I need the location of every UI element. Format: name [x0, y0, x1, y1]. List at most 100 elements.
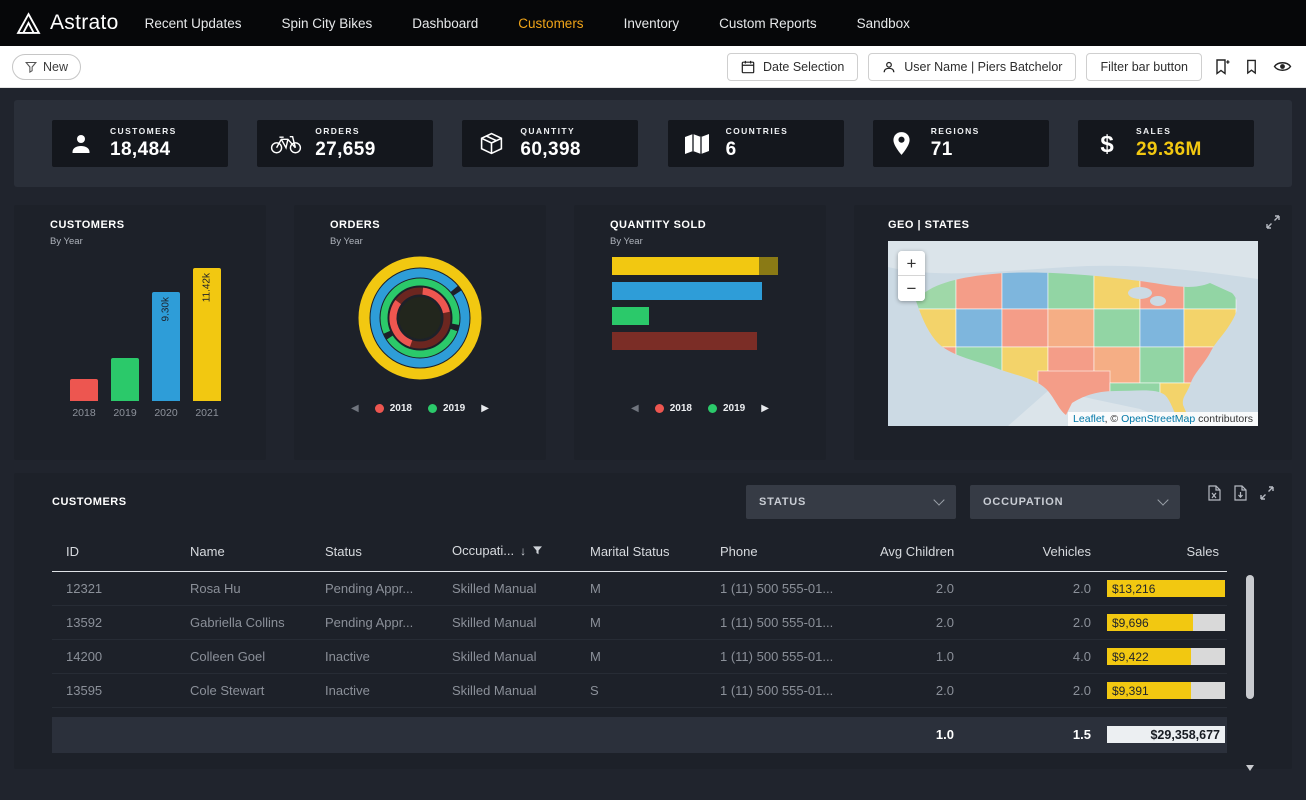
kpi-customers[interactable]: CUSTOMERS18,484	[52, 120, 228, 167]
nav-item-recent-updates[interactable]: Recent Updates	[145, 16, 242, 31]
status-filter-select[interactable]: STATUS	[746, 485, 956, 519]
legend-prev-button[interactable]: ◀	[351, 403, 359, 414]
legend-dot-red	[655, 404, 664, 413]
card-title: QUANTITY SOLD	[610, 219, 826, 231]
leaflet-link[interactable]: Leaflet	[1073, 413, 1105, 425]
table-panel-header: CUSTOMERS STATUS OCCUPATION	[52, 485, 1254, 519]
card-title: GEO | STATES	[888, 219, 1292, 231]
scrollbar-thumb[interactable]	[1246, 575, 1254, 699]
bookmark-icon[interactable]	[1242, 56, 1261, 77]
occupation-filter-select[interactable]: OCCUPATION	[970, 485, 1180, 519]
bar-value-label: 11.42k	[202, 273, 213, 302]
eye-icon[interactable]	[1271, 58, 1294, 75]
table-row[interactable]: 12321Rosa HuPending Appr...Skilled Manua…	[52, 572, 1227, 606]
osm-link[interactable]: OpenStreetMap	[1121, 413, 1195, 425]
nav-item-custom-reports[interactable]: Custom Reports	[719, 16, 817, 31]
cell-status: Inactive	[317, 640, 444, 674]
kpi-quantity[interactable]: QUANTITY60,398	[462, 120, 638, 167]
hbar-2018[interactable]	[612, 332, 826, 350]
legend-item-2019[interactable]: 2019	[428, 403, 465, 414]
legend-next-button[interactable]: ▶	[761, 403, 769, 414]
user-button[interactable]: User Name | Piers Batchelor	[868, 53, 1076, 81]
nav-item-customers[interactable]: Customers	[518, 16, 583, 31]
cell-sales: $9,696	[1099, 606, 1227, 640]
nav-item-spin-city-bikes[interactable]: Spin City Bikes	[281, 16, 372, 31]
cell-vehicles: 2.0	[962, 606, 1099, 640]
zoom-out-button[interactable]: −	[898, 276, 925, 301]
cell-id: 14200	[52, 640, 182, 674]
filter-icon[interactable]	[532, 544, 543, 559]
filter-bar-button[interactable]: Filter bar button	[1086, 53, 1202, 81]
sales-bar: $9,391	[1107, 682, 1225, 699]
col-phone[interactable]: Phone	[712, 533, 872, 572]
legend-item-2018[interactable]: 2018	[375, 403, 412, 414]
legend-next-button[interactable]: ▶	[481, 403, 489, 414]
hbar-2020[interactable]	[612, 282, 826, 300]
totals-avg-children: 1.0	[872, 717, 962, 753]
col-sales[interactable]: Sales	[1099, 533, 1227, 572]
customers-table: ID Name Status Occupati... ↓ Marital Stat…	[52, 533, 1227, 753]
legend-label: 2019	[443, 403, 465, 414]
cell-sales: $9,391	[1099, 674, 1227, 708]
kpi-countries[interactable]: COUNTRIES6	[668, 120, 844, 167]
funnel-icon	[25, 61, 37, 73]
legend-prev-button[interactable]: ◀	[631, 403, 639, 414]
nav-item-dashboard[interactable]: Dashboard	[412, 16, 478, 31]
x-axis-label: 2018	[70, 407, 98, 419]
col-vehicles[interactable]: Vehicles	[962, 533, 1099, 572]
col-id[interactable]: ID	[52, 533, 182, 572]
brand[interactable]: Astrato	[16, 11, 119, 36]
person-icon	[65, 132, 97, 156]
col-status[interactable]: Status	[317, 533, 444, 572]
toolbar-right: Date Selection User Name | Piers Batchel…	[727, 53, 1294, 81]
bar-2019[interactable]	[111, 358, 139, 401]
cell-avg-children: 1.0	[872, 640, 962, 674]
expand-icon[interactable]	[1258, 484, 1276, 502]
bar-2021[interactable]: 11.42k	[193, 268, 221, 401]
legend-dot-green	[708, 404, 717, 413]
table-panel-icons	[1206, 483, 1276, 503]
legend-item-2018[interactable]: 2018	[655, 403, 692, 414]
table-row[interactable]: 13592Gabriella CollinsPending Appr...Ski…	[52, 606, 1227, 640]
col-occupation[interactable]: Occupati... ↓	[444, 533, 582, 572]
bookmark-add-icon[interactable]	[1212, 56, 1232, 77]
cell-occupation: Skilled Manual	[444, 572, 582, 606]
action-toolbar: New Date Selection User Name | Piers Bat…	[0, 46, 1306, 88]
export-file-icon[interactable]	[1232, 483, 1249, 503]
bicycle-icon	[270, 133, 302, 155]
cell-name: Rosa Hu	[182, 572, 317, 606]
export-excel-icon[interactable]	[1206, 483, 1223, 503]
zoom-in-button[interactable]: +	[898, 251, 925, 276]
bar-2018[interactable]	[70, 379, 98, 401]
table-row[interactable]: 14200Colleen GoelInactiveSkilled ManualM…	[52, 640, 1227, 674]
table-scrollbar[interactable]	[1246, 569, 1254, 755]
hbar-2019[interactable]	[612, 307, 826, 325]
kpi-regions[interactable]: REGIONS71	[873, 120, 1049, 167]
bar-2020[interactable]: 9.30k	[152, 292, 180, 401]
kpi-orders[interactable]: ORDERS27,659	[257, 120, 433, 167]
new-filter-button[interactable]: New	[12, 54, 81, 80]
map-zoom-control: + −	[898, 251, 925, 301]
col-marital-status[interactable]: Marital Status	[582, 533, 712, 572]
attribution-text: , ©	[1105, 413, 1122, 425]
hbar-2021[interactable]	[612, 257, 826, 275]
kpi-sales[interactable]: $ SALES29.36M	[1078, 120, 1254, 167]
col-name[interactable]: Name	[182, 533, 317, 572]
brand-name: Astrato	[50, 11, 119, 35]
col-occupation-label: Occupati...	[452, 543, 514, 558]
legend-item-2019[interactable]: 2019	[708, 403, 745, 414]
scroll-down-arrow[interactable]	[1246, 765, 1254, 771]
expand-icon[interactable]	[1266, 215, 1280, 234]
us-states-map[interactable]: + − Leaflet, © OpenStreetMap contributor…	[888, 241, 1258, 426]
totals-spacer	[52, 717, 872, 753]
cell-marital: S	[582, 674, 712, 708]
col-avg-children[interactable]: Avg Children	[872, 533, 962, 572]
nav-item-inventory[interactable]: Inventory	[624, 16, 680, 31]
sales-bar: $9,696	[1107, 614, 1225, 631]
nav-item-sandbox[interactable]: Sandbox	[857, 16, 910, 31]
top-nav: Astrato Recent Updates Spin City Bikes D…	[0, 0, 1306, 46]
date-selection-button[interactable]: Date Selection	[727, 53, 858, 81]
totals-sales-value: $29,358,677	[1150, 728, 1225, 742]
sort-desc-icon[interactable]: ↓	[520, 544, 526, 558]
table-row[interactable]: 13595Cole StewartInactiveSkilled ManualS…	[52, 674, 1227, 708]
